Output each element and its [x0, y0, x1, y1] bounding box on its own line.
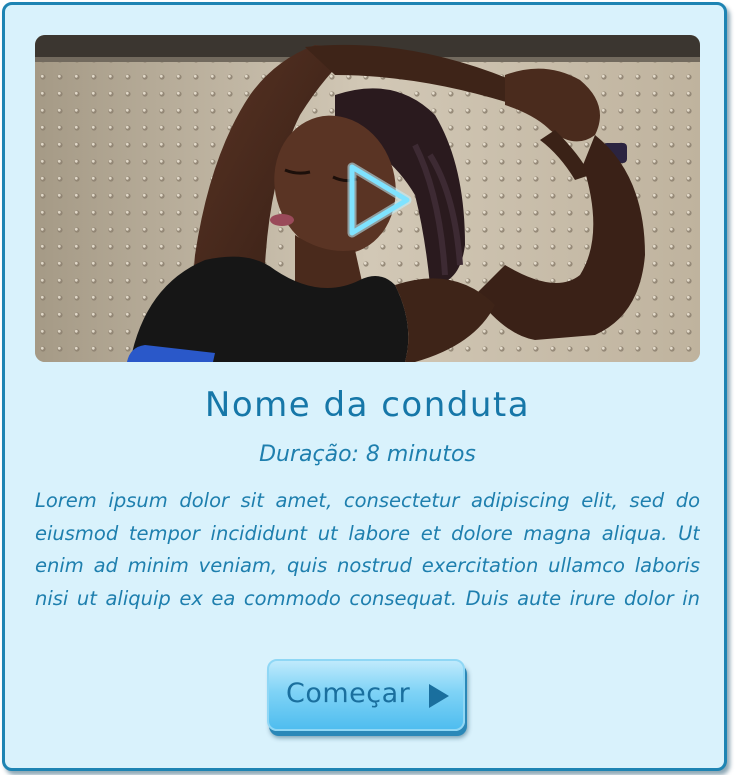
- start-button-label: Começar: [286, 678, 411, 709]
- exercise-card: Nome da conduta Duração: 8 minutos Lorem…: [2, 2, 727, 771]
- exercise-title: Nome da conduta: [204, 385, 531, 425]
- video-thumbnail[interactable]: [35, 35, 700, 362]
- exercise-duration: Duração: 8 minutos: [259, 442, 476, 467]
- start-button[interactable]: Começar: [267, 659, 465, 731]
- play-icon[interactable]: [317, 145, 427, 255]
- exercise-description: Lorem ipsum dolor sit amet, consectetur …: [35, 489, 700, 610]
- play-arrow-icon: [429, 684, 449, 708]
